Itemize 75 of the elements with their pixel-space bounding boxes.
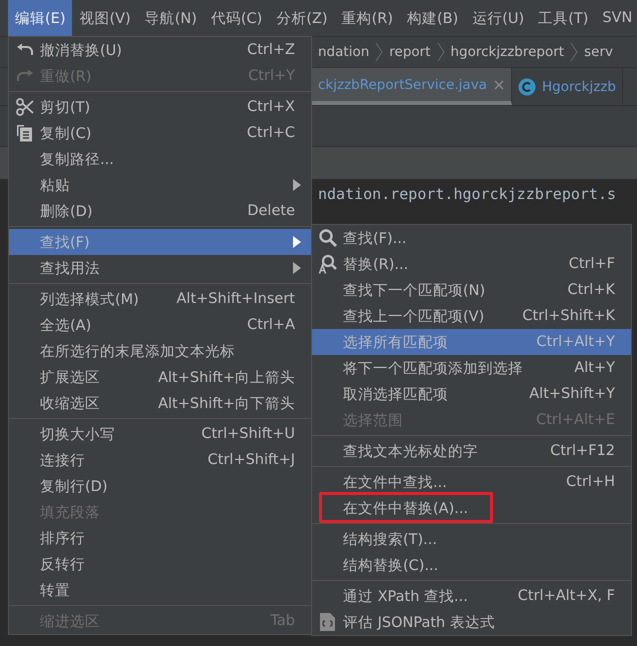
breadcrumb-item[interactable]: report: [389, 44, 430, 60]
keyboard-shortcut: Ctrl+C: [246, 125, 295, 141]
keyboard-shortcut: Alt+Shift+Insert: [176, 291, 295, 307]
keyboard-shortcut: Ctrl+Z: [247, 42, 295, 58]
breadcrumb-item[interactable]: hgorckjzzbreport: [450, 44, 564, 60]
keyboard-shortcut: Ctrl+Alt+X, F: [518, 588, 615, 604]
menu-title[interactable]: 构建(B): [400, 0, 466, 36]
menu-item[interactable]: 在文件中替换(A)...: [312, 495, 631, 521]
menu-item[interactable]: 撤消替换(U) Ctrl+Z: [9, 37, 311, 63]
menu-item[interactable]: 转置: [9, 577, 311, 603]
chevron-icon: [436, 42, 444, 62]
menu-item[interactable]: 查找文本光标处的字 Ctrl+F12: [312, 438, 631, 464]
menu-title[interactable]: 导航(N): [138, 0, 204, 36]
keyboard-shortcut: Alt+Shift+向上箭头: [158, 368, 295, 386]
menu-title[interactable]: 工具(T): [531, 0, 596, 36]
keyboard-shortcut: Alt+Y: [574, 360, 615, 376]
keyboard-shortcut: Ctrl+Shift+K: [522, 308, 615, 324]
menu-item[interactable]: 连接行 Ctrl+Shift+J: [9, 447, 311, 473]
menu-item[interactable]: 删除(D) Delete: [9, 198, 311, 224]
menu-item[interactable]: 收缩选区 Alt+Shift+向下箭头: [9, 390, 311, 416]
copy-icon: [16, 124, 34, 142]
menu-item[interactable]: 排序行: [9, 525, 311, 551]
menu-item[interactable]: 将下一个匹配项添加到选择 Alt+Y: [312, 355, 631, 381]
menu-item[interactable]: 查找下一个匹配项(N) Ctrl+K: [312, 277, 631, 303]
keyboard-shortcut: Ctrl+K: [568, 282, 615, 298]
keyboard-shortcut: Alt+Shift+向下箭头: [158, 394, 295, 412]
keyboard-shortcut: Ctrl+F: [568, 256, 615, 272]
chevron-icon: [570, 42, 578, 62]
code-line: ndation.report.hgorckjzzbreport.s: [318, 185, 618, 203]
chevron-icon: [375, 42, 384, 62]
keyboard-shortcut: Ctrl+Shift+U: [201, 426, 295, 442]
menu-title[interactable]: SVN: [595, 0, 637, 36]
menu-item[interactable]: 在所选行的末尾添加文本光标: [9, 338, 311, 364]
menu-item[interactable]: 评估 JSONPath 表达式: [312, 609, 631, 635]
breadcrumb-item[interactable]: ndation: [318, 44, 370, 60]
menu-title[interactable]: 运行(U): [465, 0, 532, 36]
menu-item[interactable]: 查找上一个匹配项(V) Ctrl+Shift+K: [312, 303, 631, 329]
menu-title[interactable]: 编辑(E): [8, 0, 72, 36]
redo-icon: [16, 69, 34, 83]
document-icon: [318, 612, 336, 632]
menu-item[interactable]: 列选择模式(M) Alt+Shift+Insert: [9, 286, 311, 312]
menu-item[interactable]: 反转行: [9, 551, 311, 577]
keyboard-shortcut: Delete: [247, 203, 295, 219]
undo-icon: [16, 43, 34, 57]
menu-title[interactable]: 代码(C): [204, 0, 270, 36]
menu-item[interactable]: 查找用法: [9, 255, 311, 281]
menu-item[interactable]: 在文件中查找... Ctrl+H: [312, 469, 631, 495]
menu-item[interactable]: 复制行(D): [9, 473, 311, 499]
keyboard-shortcut: Alt+Shift+Y: [529, 386, 615, 402]
keyboard-shortcut: Ctrl+Alt+Y: [536, 334, 615, 350]
menu-title[interactable]: 视图(V): [72, 0, 138, 36]
menu-item[interactable]: 替换(R)... Ctrl+F: [312, 251, 631, 277]
menu-item[interactable]: 结构替换(C)...: [312, 552, 631, 578]
menu-item[interactable]: 通过 XPath 查找... Ctrl+Alt+X, F: [312, 583, 631, 609]
menu-item[interactable]: 结构搜索(T)...: [312, 526, 631, 552]
keyboard-shortcut: Ctrl+F12: [550, 443, 615, 459]
menu-item[interactable]: 扩展选区 Alt+Shift+向上箭头: [9, 364, 311, 390]
keyboard-shortcut: Ctrl+Shift+J: [208, 452, 295, 468]
close-icon[interactable]: [492, 78, 505, 90]
menu-item[interactable]: 取消选择匹配项 Alt+Shift+Y: [312, 381, 631, 407]
keyboard-shortcut: Ctrl+A: [247, 317, 295, 333]
menu-item[interactable]: 粘贴: [9, 172, 311, 198]
class-icon: [518, 78, 536, 96]
replace-icon: [318, 254, 338, 274]
menu-title[interactable]: 分析(Z): [269, 0, 335, 36]
menu-item[interactable]: 剪切(T) Ctrl+X: [9, 94, 311, 120]
menu-title[interactable]: 重构(R): [334, 0, 400, 36]
breadcrumb-item[interactable]: serv: [584, 44, 613, 60]
menu-item[interactable]: 切换大小写 Ctrl+Shift+U: [9, 421, 311, 447]
keyboard-shortcut: Ctrl+H: [566, 474, 615, 490]
menu-item[interactable]: 查找(F)...: [312, 225, 631, 251]
scissors-icon: [16, 98, 34, 116]
keyboard-shortcut: Ctrl+X: [247, 99, 295, 115]
menu-item[interactable]: 全选(A) Ctrl+A: [9, 312, 311, 338]
search-icon: [318, 228, 338, 248]
